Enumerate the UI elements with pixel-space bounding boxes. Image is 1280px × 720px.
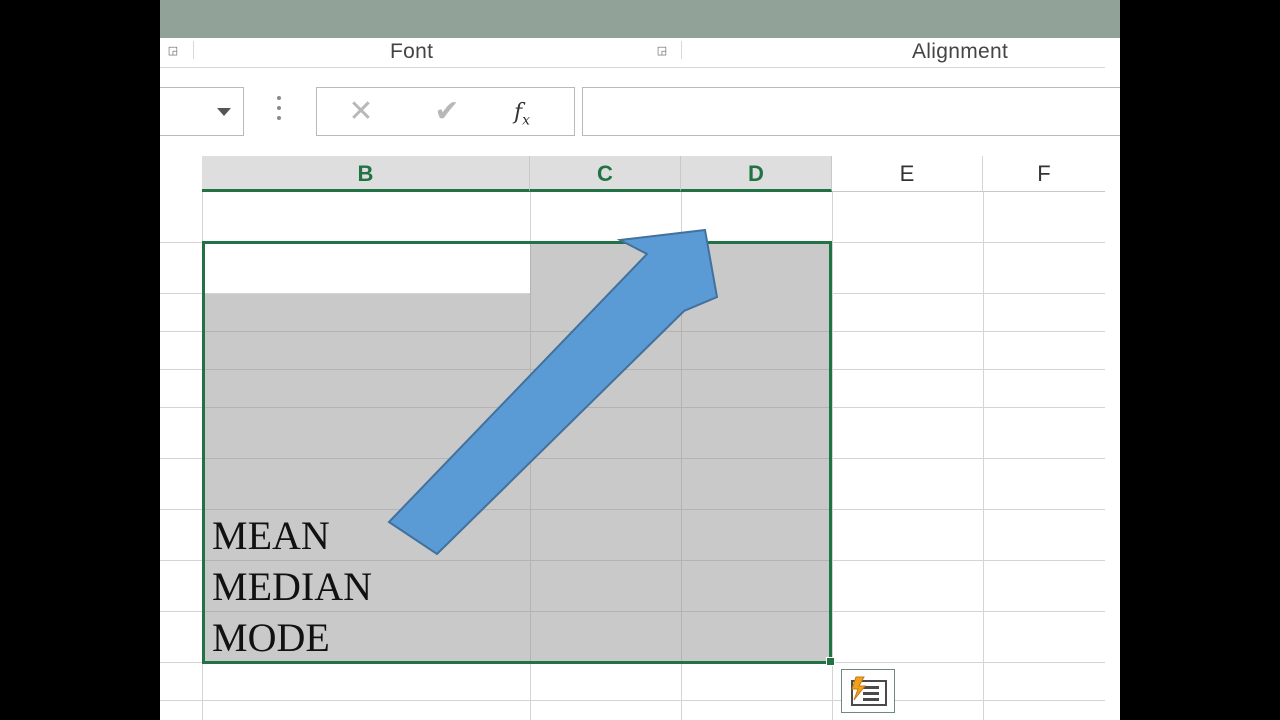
column-header-c[interactable]: C [530, 156, 681, 192]
fill-handle[interactable] [826, 657, 835, 666]
group-separator [193, 41, 194, 59]
gridline [832, 192, 833, 720]
alignment-group-label: Alignment [912, 40, 1009, 63]
insert-function-button[interactable]: fx [514, 100, 530, 128]
gridline [983, 192, 984, 720]
chevron-down-icon[interactable] [217, 108, 231, 116]
formula-input[interactable] [582, 87, 1120, 136]
formula-bar: ✕ ✔ fx [160, 68, 1120, 156]
formula-buttons: ✕ ✔ fx [316, 87, 575, 136]
name-box[interactable] [160, 87, 244, 136]
column-header-b[interactable]: B [202, 156, 530, 192]
column-header-e[interactable]: E [832, 156, 983, 192]
excel-window: ◲ Font ◲ Alignment ✕ ✔ fx B C D E F MEAN… [160, 0, 1120, 720]
enter-entry-icon[interactable]: ✔ [425, 96, 469, 128]
font-group-label: Font [390, 40, 434, 63]
formula-bar-grip-icon[interactable] [276, 96, 282, 126]
font-dialog-launcher-icon[interactable]: ◲ [655, 45, 669, 57]
gridline [160, 700, 1105, 701]
fx-label: f [514, 100, 523, 125]
clipboard-dialog-launcher-icon[interactable]: ◲ [166, 45, 180, 57]
ribbon-group-labels: ◲ Font ◲ Alignment [160, 38, 1105, 68]
cancel-entry-icon[interactable]: ✕ [341, 96, 381, 128]
selection-border [202, 241, 832, 664]
column-header-f[interactable]: F [983, 156, 1105, 192]
column-header-d[interactable]: D [681, 156, 832, 192]
ribbon-strip [160, 0, 1120, 38]
quick-analysis-icon [851, 676, 887, 706]
group-separator [681, 41, 682, 59]
quick-analysis-button[interactable] [841, 669, 895, 713]
fx-sub: x [522, 112, 531, 129]
